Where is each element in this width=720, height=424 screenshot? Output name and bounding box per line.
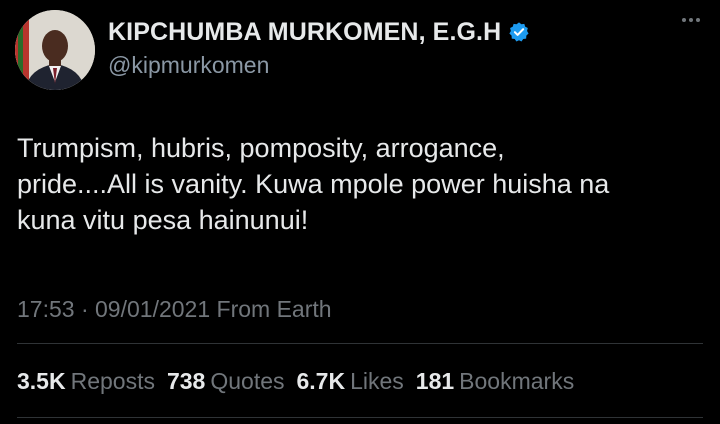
tweet-date[interactable]: 09/01/2021: [95, 296, 210, 322]
tweet-time[interactable]: 17:53: [17, 296, 75, 322]
name-row: KIPCHUMBA MURKOMEN, E.G.H: [108, 16, 530, 48]
author-block: KIPCHUMBA MURKOMEN, E.G.H @kipmurkomen: [108, 16, 530, 79]
stat-count: 3.5K: [17, 368, 66, 394]
divider: [17, 417, 703, 418]
stat-label: Bookmarks: [459, 368, 575, 394]
stat-bookmarks[interactable]: 181 Bookmarks: [416, 368, 574, 395]
stat-likes[interactable]: 6.7K Likes: [297, 368, 404, 395]
tweet-text: Trumpism, hubris, pomposity, arrogance, …: [17, 133, 610, 235]
stat-quotes[interactable]: 738 Quotes: [167, 368, 285, 395]
author-name[interactable]: KIPCHUMBA MURKOMEN, E.G.H: [108, 18, 501, 47]
meta-separator: ·: [80, 296, 89, 322]
tweet-card: KIPCHUMBA MURKOMEN, E.G.H @kipmurkomen T…: [0, 0, 720, 424]
stat-count: 6.7K: [296, 368, 346, 394]
stat-label: Reposts: [70, 368, 155, 394]
engagement-stats: 3.5K Reposts 738 Quotes 6.7K Likes 181 Bookm…: [17, 368, 574, 395]
tweet-meta: 17:53 · 09/01/2021 From Earth: [17, 296, 332, 323]
stat-label: Likes: [350, 368, 404, 394]
stat-label: Quotes: [210, 368, 285, 394]
stat-count: 181: [415, 368, 455, 394]
stat-count: 738: [166, 368, 206, 394]
verified-badge-icon: [509, 22, 529, 42]
tweet-source: From Earth: [216, 296, 332, 322]
avatar[interactable]: [15, 10, 95, 90]
profile-photo-icon: [15, 10, 95, 90]
more-options-icon[interactable]: [682, 18, 700, 22]
divider: [17, 343, 703, 344]
author-handle[interactable]: @kipmurkomen: [108, 52, 530, 79]
stat-reposts[interactable]: 3.5K Reposts: [17, 368, 155, 395]
